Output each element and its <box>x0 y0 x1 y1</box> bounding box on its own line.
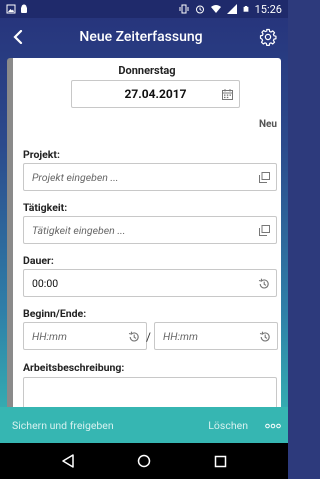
back-triangle-icon[interactable] <box>61 454 75 468</box>
bottom-action-bar: Sichern und freigeben Löschen <box>0 407 288 443</box>
history-icon <box>258 278 269 289</box>
clock: 15:26 <box>254 2 282 16</box>
home-circle-icon[interactable] <box>137 454 151 468</box>
vibrate-icon <box>179 4 189 14</box>
alarm-icon <box>195 5 204 14</box>
page-title: Neue Zeiterfassung <box>79 29 203 45</box>
save-and-release-button[interactable]: Sichern und freigeben <box>12 419 114 432</box>
end-time-field[interactable]: HH:mm <box>154 322 278 350</box>
activity-field[interactable]: Tätigkeit eingeben ... <box>23 216 277 244</box>
toolbar: Neue Zeiterfassung <box>0 18 288 56</box>
signal-icon <box>226 4 237 14</box>
status-bar: 15:26 <box>0 0 288 18</box>
duration-field[interactable]: 00:00 <box>23 269 277 297</box>
image-notification-icon <box>6 4 16 14</box>
more-options-button[interactable] <box>258 417 288 433</box>
project-field[interactable]: Projekt eingeben ... <box>23 163 277 191</box>
begin-placeholder: HH:mm <box>32 329 67 343</box>
delete-button[interactable]: Löschen <box>208 419 248 432</box>
history-icon <box>259 331 270 342</box>
date-value: 27.04.2017 <box>124 87 187 101</box>
android-notification-icon <box>21 4 27 13</box>
weekday-label: Donnerstag <box>118 64 176 77</box>
activity-label: Tätigkeit: <box>23 201 68 214</box>
system-navigation-bar <box>0 443 288 479</box>
activity-placeholder: Tätigkeit eingeben ... <box>32 223 126 237</box>
select-popup-icon <box>259 172 270 183</box>
duration-label: Dauer: <box>23 254 54 267</box>
back-arrow-icon <box>13 30 23 44</box>
end-placeholder: HH:mm <box>163 329 198 343</box>
gear-icon <box>259 28 277 46</box>
project-placeholder: Projekt eingeben ... <box>32 170 119 184</box>
status-badge: Neu <box>258 119 277 130</box>
time-separator: / <box>146 330 151 344</box>
date-picker[interactable]: 27.04.2017 <box>71 80 240 108</box>
select-popup-icon <box>259 225 270 236</box>
duration-value: 00:00 <box>32 276 59 290</box>
history-icon <box>128 331 139 342</box>
battery-icon <box>243 6 248 12</box>
recents-square-icon[interactable] <box>214 455 227 468</box>
time-entry-form: Donnerstag 27.04.2017 Neu Projekt: Proje… <box>7 58 281 408</box>
more-dots-icon <box>265 423 281 429</box>
wifi-icon <box>210 5 221 13</box>
calendar-icon <box>222 89 233 100</box>
project-label: Projekt: <box>23 148 60 161</box>
settings-button[interactable] <box>248 18 288 56</box>
begin-time-field[interactable]: HH:mm <box>23 322 147 350</box>
description-label: Arbeitsbeschreibung: <box>23 361 125 374</box>
back-button[interactable] <box>0 18 38 56</box>
description-textarea[interactable] <box>23 377 277 408</box>
begin-end-label: Beginn/Ende: <box>23 307 87 320</box>
